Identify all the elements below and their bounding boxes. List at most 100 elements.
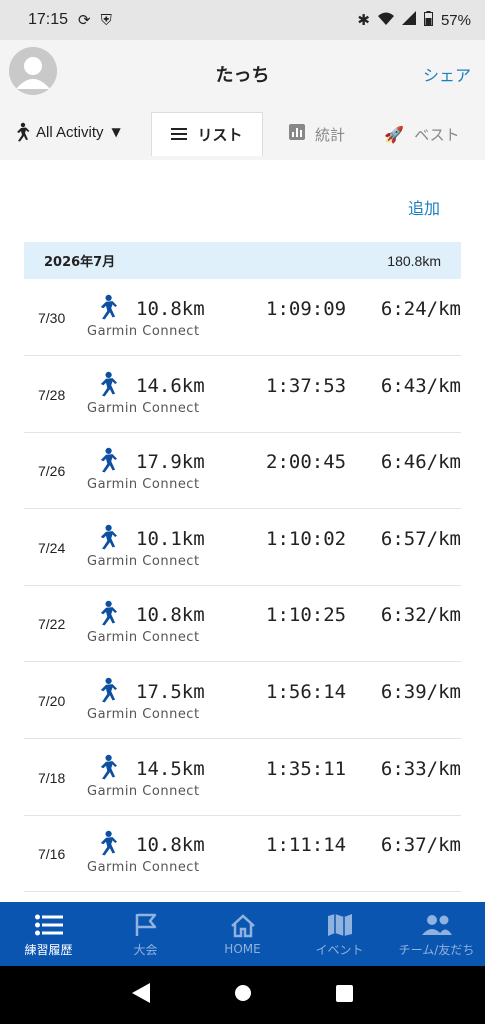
page-title: たっち: [215, 65, 270, 86]
back-icon[interactable]: [132, 983, 150, 1007]
activity-source: Garmin Connect: [87, 630, 200, 646]
nav-team-label: チーム/友だち: [398, 942, 475, 957]
activity-distance: 14.6km: [136, 374, 205, 397]
nav-race[interactable]: 大会: [97, 902, 194, 966]
month-summary: 2026年7月 180.8km: [24, 242, 461, 279]
running-icon: [94, 447, 118, 473]
activity-source: Garmin Connect: [87, 860, 200, 876]
signal-icon: [401, 11, 416, 29]
status-time: 17:15: [28, 11, 69, 28]
activity-row[interactable]: 7/24 10.1km Garmin Connect 1:10:02 6:57/km: [24, 510, 461, 586]
activity-pace: 6:37/km: [380, 834, 461, 857]
activity-filter-label: All Activity: [36, 123, 104, 141]
activity-duration: 1:35:11: [266, 757, 347, 780]
bottom-nav: 練習履歴 大会 HOME イベント チーム/友だち: [0, 902, 485, 966]
tab-list[interactable]: リスト: [151, 112, 263, 156]
activity-date: 7/30: [38, 310, 66, 326]
share-button[interactable]: シェア: [423, 62, 471, 86]
tab-bar: All Activity ▼ リスト 統計 🚀 ベスト: [0, 106, 485, 160]
activity-row[interactable]: 7/16 10.8km Garmin Connect 1:11:14 6:37/km: [24, 816, 461, 893]
running-icon: [94, 754, 118, 780]
nav-team[interactable]: チーム/友だち: [388, 902, 485, 966]
activity-pace: 6:32/km: [380, 604, 461, 627]
activity-duration: 1:09:09: [266, 298, 347, 320]
activity-date: 7/24: [38, 539, 66, 556]
tab-best[interactable]: 🚀 ベスト: [372, 112, 472, 156]
activity-source: Garmin Connect: [87, 553, 200, 569]
activity-date: 7/22: [38, 616, 66, 633]
tab-best-label: ベスト: [414, 125, 460, 144]
activity-pace: 6:24/km: [380, 298, 461, 320]
month-label: 2026年7月: [44, 255, 116, 270]
running-icon: [94, 524, 118, 550]
activity-duration: 1:10:02: [266, 527, 347, 550]
nav-history[interactable]: 練習履歴: [0, 902, 97, 966]
running-icon: [94, 371, 118, 397]
activity-date: 7/16: [38, 846, 66, 863]
activity-list-panel: 追加 2026年7月 180.8km 7/30 10.8km Garmin Conn…: [0, 160, 485, 902]
home-icon: [230, 912, 256, 940]
people-icon: [421, 911, 453, 939]
tab-stats-label: 統計: [314, 125, 345, 144]
activity-pace: 6:57/km: [380, 527, 461, 550]
activity-row[interactable]: 7/28 14.6km Garmin Connect 1:37:53 6:43/km: [24, 357, 461, 433]
activity-source: Garmin Connect: [87, 324, 200, 339]
activity-date: 7/20: [38, 693, 66, 709]
activity-pace: 6:46/km: [380, 451, 461, 474]
activity-duration: 1:56:14: [266, 681, 347, 703]
battery-level: 57%: [440, 11, 471, 29]
activity-date: 7/18: [38, 769, 66, 786]
recents-square-icon[interactable]: [336, 984, 353, 1006]
activity-source: Garmin Connect: [87, 477, 200, 493]
activity-date: 7/26: [38, 463, 66, 480]
activity-distance: 17.5km: [136, 681, 205, 703]
activity-row[interactable]: 7/26 17.9km Garmin Connect 2:00:45 6:46/km: [24, 433, 461, 510]
running-icon: [94, 600, 118, 626]
month-total-distance: 180.8km: [387, 252, 441, 269]
activity-duration: 1:11:14: [266, 834, 347, 857]
tab-list-label: リスト: [197, 126, 243, 144]
running-icon: [94, 294, 118, 320]
list-icon: [34, 911, 63, 939]
wifi-icon: [377, 12, 394, 29]
tab-stats[interactable]: 統計: [272, 112, 362, 156]
activity-distance: 10.8km: [136, 604, 205, 627]
nav-history-label: 練習履歴: [24, 942, 73, 957]
battery-icon: [423, 10, 433, 30]
activity-pace: 6:43/km: [380, 374, 461, 397]
activity-pace: 6:33/km: [380, 757, 461, 780]
running-icon: [94, 830, 118, 856]
activity-duration: 2:00:45: [266, 451, 347, 474]
bluetooth-icon: ✱: [357, 12, 370, 29]
activity-row[interactable]: 7/20 17.5km Garmin Connect 1:56:14 6:39/km: [24, 663, 461, 739]
system-nav-bar: [0, 966, 485, 1024]
activity-distance: 10.1km: [136, 527, 205, 550]
sync-icon: ⟳: [78, 11, 91, 29]
nav-event[interactable]: イベント: [291, 902, 388, 966]
nav-home[interactable]: HOME: [194, 902, 291, 966]
status-right: ✱ 57%: [357, 10, 471, 30]
activity-source: Garmin Connect: [87, 783, 200, 799]
runner-icon: [17, 122, 30, 142]
activity-row[interactable]: 7/30 10.8km Garmin Connect 1:09:09 6:24/km: [24, 280, 461, 356]
map-icon: [327, 911, 353, 939]
running-icon: [94, 677, 118, 703]
activity-duration: 1:10:25: [266, 604, 347, 627]
shield-icon: ⛨: [100, 11, 112, 29]
activity-duration: 1:37:53: [266, 374, 347, 397]
activity-pace: 6:39/km: [380, 681, 461, 703]
home-circle-icon[interactable]: [234, 984, 252, 1006]
chevron-down-icon: ▼: [111, 125, 121, 139]
app-header: たっち シェア: [0, 40, 485, 106]
activity-distance: 17.9km: [136, 451, 205, 474]
activity-distance: 10.8km: [136, 298, 205, 320]
activity-row[interactable]: 7/18 14.5km Garmin Connect 1:35:11 6:33/km: [24, 740, 461, 816]
add-button[interactable]: 追加: [408, 195, 440, 219]
nav-home-label: HOME: [224, 942, 261, 956]
list-icon: [171, 125, 188, 144]
activity-source: Garmin Connect: [87, 400, 200, 416]
activity-filter-dropdown[interactable]: All Activity ▼: [12, 122, 121, 142]
nav-race-label: 大会: [133, 942, 158, 957]
activity-row[interactable]: 7/22 10.8km Garmin Connect 1:10:25 6:32/km: [24, 586, 461, 663]
nav-event-label: イベント: [315, 942, 364, 957]
